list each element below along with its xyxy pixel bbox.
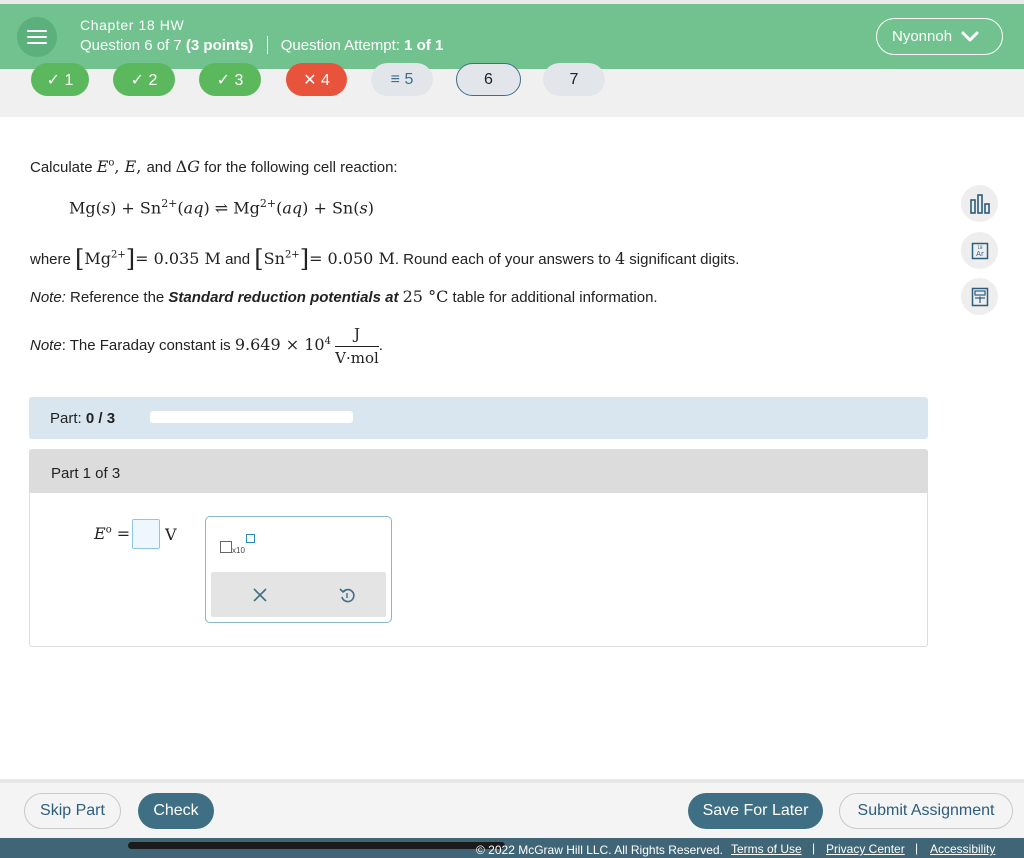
menu-button[interactable] <box>17 17 57 57</box>
save-for-later-button[interactable]: Save For Later <box>688 793 823 829</box>
calculator-button[interactable] <box>961 278 998 315</box>
periodic-table-icon: Ar 18 <box>971 242 988 259</box>
calculator-icon <box>971 287 988 306</box>
svg-text:18: 18 <box>977 245 983 250</box>
sn-concentration: [Sn2+]= 0.050 M <box>254 245 395 273</box>
accessibility-link[interactable]: Accessibility <box>930 842 995 856</box>
exponent-box-icon <box>246 534 255 543</box>
svg-text:Ar: Ar <box>976 250 984 258</box>
question-points: (3 points) <box>185 37 254 54</box>
answer-label: Eo = <box>94 524 131 543</box>
keypad-actions <box>211 572 386 617</box>
footer-separator: | <box>812 841 816 855</box>
question-pill-4[interactable]: ✕ 4 <box>286 63 347 96</box>
answer-unit: V <box>165 525 177 544</box>
terms-link[interactable]: Terms of Use <box>731 842 802 856</box>
submit-assignment-button[interactable]: Submit Assignment <box>839 793 1013 829</box>
question-number: Question 6 of 7 <box>80 37 182 54</box>
cell-reaction-equation: Mg(s) + Sn2+(aq) ⇌ Mg2+(aq) + Sn(s) <box>69 197 374 218</box>
question-info: Question 6 of 7 (3 points) Question Atte… <box>80 36 443 54</box>
user-name: Nyonnoh <box>892 28 953 45</box>
action-footer: Skip Part Check Save For Later Submit As… <box>0 783 1024 838</box>
question-pill-5[interactable]: ≡ 5 <box>371 63 433 96</box>
question-pill-7[interactable]: 7 <box>543 63 605 96</box>
user-menu-button[interactable]: Nyonnoh <box>876 18 1003 55</box>
clear-button[interactable] <box>248 583 272 607</box>
bar-chart-icon <box>969 193 990 214</box>
copyright-text: © 2022 McGraw Hill LLC. All Rights Reser… <box>476 843 723 857</box>
note-reference: Note: Reference the Standard reduction p… <box>30 287 658 306</box>
question-pill-6[interactable]: 6 <box>456 63 521 96</box>
privacy-link[interactable]: Privacy Center <box>826 842 905 856</box>
concentration-text: where [Mg2+]= 0.035 M and [Sn2+]= 0.050 … <box>30 245 740 273</box>
quantity-list: Eo, E, <box>96 157 147 176</box>
undo-icon <box>339 588 355 603</box>
periodic-table-button[interactable]: Ar 18 <box>961 232 998 269</box>
assignment-header: Chapter 18 HW Question 6 of 7 (3 points)… <box>0 4 1024 69</box>
attempt-value: 1 of 1 <box>404 37 444 54</box>
note-faraday: Note: The Faraday constant is 9.649 × 10… <box>30 325 383 367</box>
part-panel: Part 1 of 3 Eo = V x10 <box>29 449 928 647</box>
chapter-title: Chapter 18 HW <box>80 17 185 33</box>
placeholder-box-icon <box>220 541 232 553</box>
question-pill-1[interactable]: ✓ 1 <box>31 63 89 96</box>
scientific-notation-button[interactable]: x10 <box>220 534 260 556</box>
question-pill-3[interactable]: ✓ 3 <box>199 63 261 96</box>
faraday-unit: J V·mol <box>335 325 379 367</box>
mg-concentration: [Mg2+]= 0.035 M <box>75 245 221 273</box>
progress-track <box>150 411 353 423</box>
question-pill-2[interactable]: ✓ 2 <box>113 63 175 96</box>
chevron-down-icon <box>961 31 979 41</box>
close-icon <box>253 588 267 602</box>
footer-separator: | <box>915 841 919 855</box>
part-progress-bar: Part: 0 / 3 <box>29 397 928 439</box>
question-intro: Calculate Eo, E, and ΔG for the followin… <box>30 157 398 176</box>
math-keypad: x10 <box>205 516 392 623</box>
e-standard-answer-input[interactable] <box>132 519 160 549</box>
part-score: Part: 0 / 3 <box>50 410 116 427</box>
hamburger-icon <box>27 30 47 44</box>
reference-table-link[interactable]: Standard reduction potentials at <box>168 289 398 306</box>
undo-button[interactable] <box>335 583 359 607</box>
delta-g-symbol: ΔG <box>175 157 200 176</box>
horizontal-scrollbar[interactable] <box>128 842 505 849</box>
part-header: Part 1 of 3 <box>30 450 927 493</box>
check-button[interactable]: Check <box>138 793 214 829</box>
header-divider <box>266 36 268 54</box>
question-nav: ✓ 1 ✓ 2 ✓ 3 ✕ 4 ≡ 5 6 7 <box>0 63 1024 117</box>
skip-part-button[interactable]: Skip Part <box>24 793 121 829</box>
chart-tool-button[interactable] <box>961 185 998 222</box>
attempt-label: Question Attempt: <box>280 37 400 54</box>
